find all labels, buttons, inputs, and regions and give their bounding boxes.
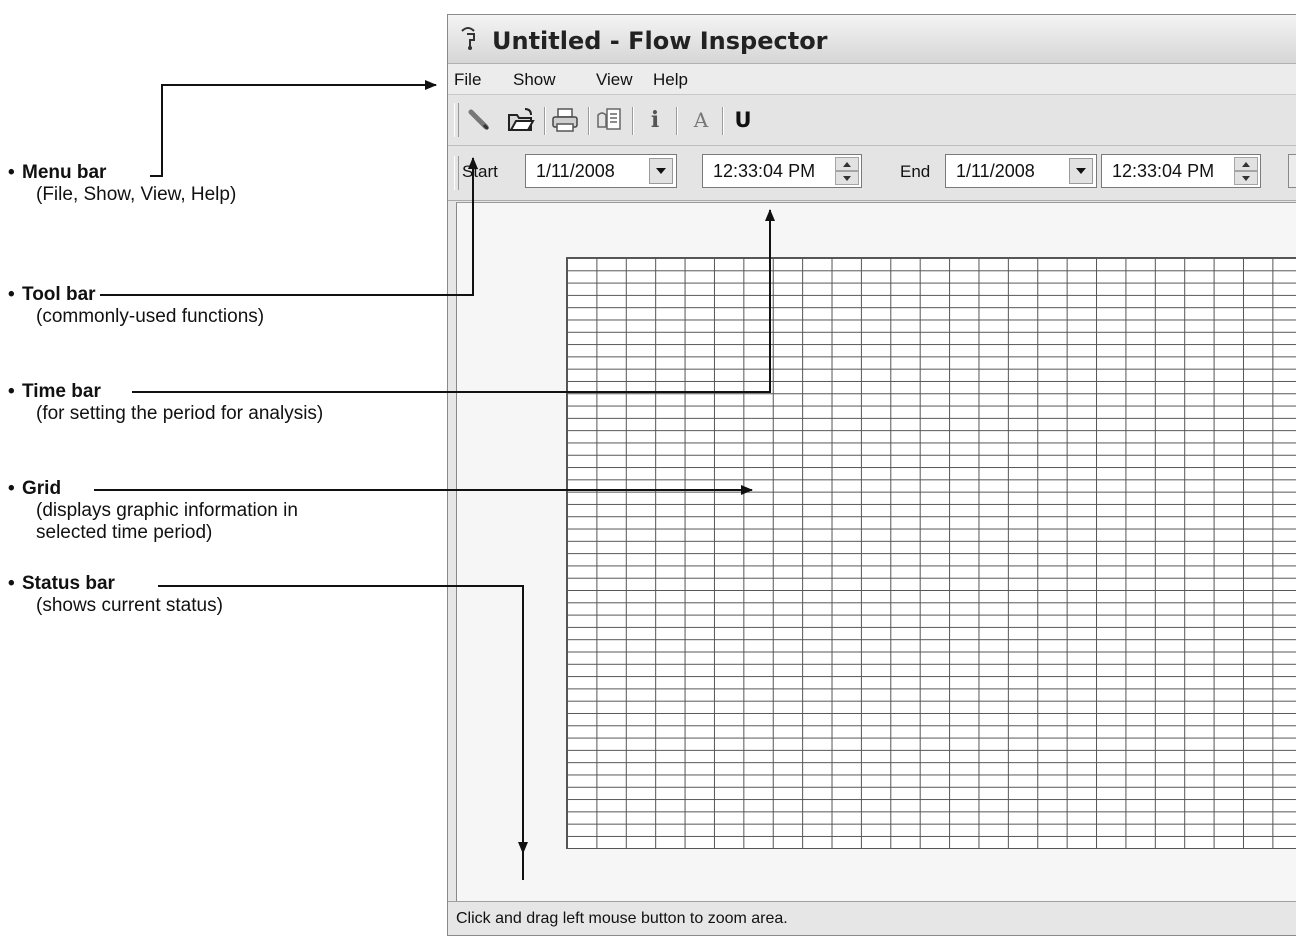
callout-menu-bar <box>150 80 437 177</box>
callout-lines <box>94 80 775 880</box>
callout-status-bar <box>158 585 528 854</box>
callout-tool-bar <box>100 157 478 296</box>
callout-time-bar <box>132 209 775 393</box>
